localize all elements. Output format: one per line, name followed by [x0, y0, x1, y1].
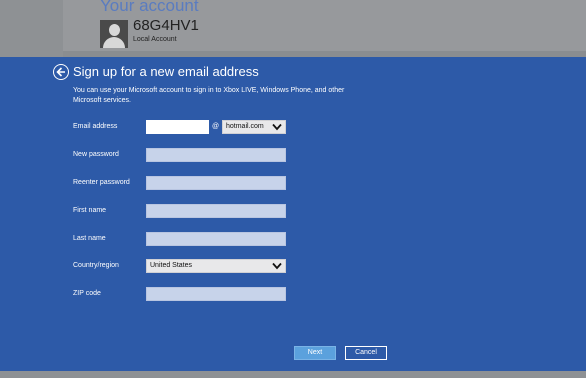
zip-field[interactable]	[146, 287, 286, 301]
country-label: Country/region	[73, 262, 119, 269]
description: You can use your Microsoft account to si…	[73, 87, 345, 104]
page-title: Sign up for a new email address	[73, 64, 259, 79]
reenter-password-label: Reenter password	[73, 179, 130, 186]
next-button[interactable]: Next	[294, 346, 336, 360]
email-label: Email address	[73, 123, 118, 130]
zip-label: ZIP code	[73, 290, 101, 297]
account-header	[0, 0, 586, 57]
account-name: 68G4HV1	[133, 17, 199, 34]
account-type: Local Account	[133, 36, 177, 43]
header-bottom-strip	[63, 51, 586, 57]
account-section-title: Your account	[100, 0, 199, 15]
header-side-strip	[0, 0, 63, 57]
avatar	[100, 20, 128, 48]
first-name-label: First name	[73, 207, 107, 214]
at-symbol: @	[212, 123, 220, 130]
last-name-label: Last name	[73, 235, 106, 242]
country-select-value: United States	[150, 262, 193, 269]
chevron-down-icon	[272, 262, 282, 270]
new-password-field[interactable]	[146, 148, 286, 162]
reenter-password-field[interactable]	[146, 176, 286, 190]
first-name-field[interactable]	[146, 204, 286, 218]
last-name-field[interactable]	[146, 232, 286, 246]
new-password-label: New password	[73, 151, 119, 158]
avatar-body	[103, 37, 125, 48]
bottom-strip	[0, 371, 586, 378]
chevron-down-icon	[272, 123, 282, 131]
avatar-head	[109, 24, 120, 36]
cancel-button[interactable]: Cancel	[345, 346, 387, 360]
country-select[interactable]: United States	[146, 259, 286, 273]
domain-select-value: hotmail.com	[226, 123, 264, 130]
back-arrow-icon[interactable]	[53, 64, 69, 80]
email-field[interactable]	[146, 120, 209, 134]
domain-select[interactable]: hotmail.com	[222, 120, 286, 134]
